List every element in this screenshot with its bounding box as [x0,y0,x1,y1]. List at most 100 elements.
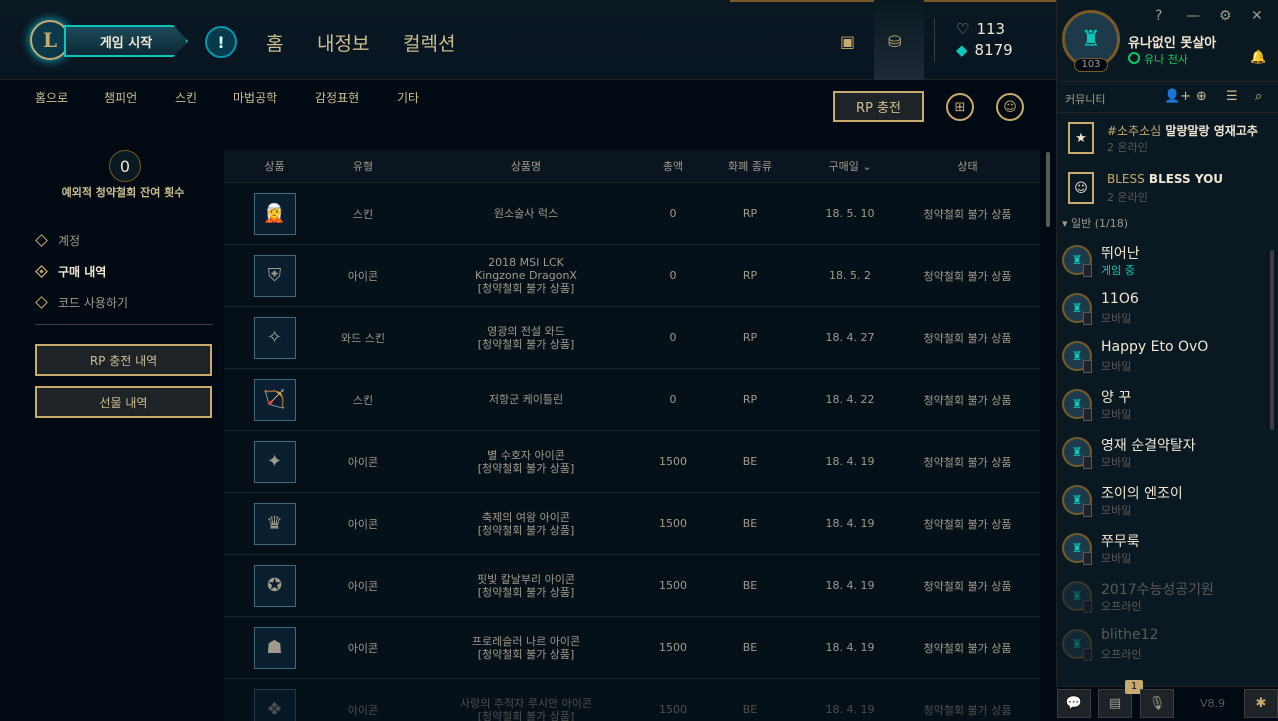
item-thumbnail: ⛨ [253,254,296,297]
item-name: 2018 MSI LCK [488,256,564,269]
group-item[interactable]: ☺ BLESS BLESS YOU 2 온라인 [1062,168,1272,208]
item-amount: 0 [669,269,677,282]
table-scrollbar[interactable] [1046,152,1050,227]
menu-purchase-history[interactable]: 구매 내역 [35,263,106,280]
table-row[interactable]: ✪ 아이콘 핏빛 칼날부리 아이콘 [청약철회 불가 상품] 1500 BE 18. 4. … [224,555,1040,617]
friend-item[interactable]: ♜ 영재 순결약탈자 모바일 [1062,433,1272,479]
item-currency: BE [742,641,758,654]
friend-avatar: ♜ [1062,389,1092,421]
subnav-hextech[interactable]: 마법공학 [233,89,277,106]
col-type: 유형 [352,160,374,173]
friend-item[interactable]: ♜ 조이의 엔조이 모바일 [1062,481,1272,527]
item-name-sub: Kingzone DragonX [475,269,577,282]
account-icon[interactable]: ☺ [996,93,1024,121]
item-date: 18. 4. 19 [825,641,875,654]
table-row[interactable]: ⛨ 아이콘 2018 MSI LCK Kingzone DragonX [청약철회 불가… [224,245,1040,307]
friend-name: 양 꾸 [1101,390,1132,406]
list-icon[interactable]: ☰ [1226,89,1238,104]
search-icon[interactable]: ⌕ [1255,89,1262,104]
item-name: 사랑의 추적자 루시안 아이콘 [460,696,592,710]
friend-status: 모바일 [1101,456,1132,469]
loot-icon[interactable]: ▣ [840,32,855,51]
settings-icon[interactable]: ⚙ [1219,8,1232,24]
group-item[interactable]: ★ #소추소심 말랑말랑 영재고추 2 온라인 [1062,118,1272,158]
triangle-down-icon: ▾ [1062,217,1072,230]
store-coins-icon[interactable]: ⛁ [888,32,901,51]
item-status: 청약철회 불가 상품 [923,579,1012,593]
mic-icon[interactable]: 🎙 [1140,689,1174,718]
alert-icon[interactable]: ! [205,26,237,58]
play-button[interactable]: 게임 시작 [64,25,188,57]
purchase-table: 상품 유형 상품명 총액 화폐 종류 구매일 ⌄ 상태 🧝 스킨 원소술사 럭스 0 R… [224,150,1040,721]
nav-collection[interactable]: 컬렉션 [403,29,455,56]
table-row[interactable]: ✦ 아이콘 별 수호자 아이콘 [청약철회 불가 상품] 1500 BE 18. 4. 19… [224,431,1040,493]
col-date[interactable]: 구매일 ⌄ [805,158,895,174]
menu-account[interactable]: 계정 [35,232,80,249]
item-status: 청약철회 불가 상품 [923,269,1012,283]
menu-redeem-code[interactable]: 코드 사용하기 [35,294,128,311]
friend-folder[interactable]: ▾ 일반 (1/18) [1062,215,1128,231]
close-icon[interactable]: ✕ [1251,8,1263,24]
bug-report-icon[interactable]: ✱ [1244,689,1278,718]
item-name: 축제의 여왕 아이콘 [482,510,570,524]
friend-status: 게임 중 [1101,264,1135,277]
table-row[interactable]: 🧝 스킨 원소술사 럭스 0 RP 18. 5. 10 청약철회 불가 상품 [224,183,1040,245]
nav-profile[interactable]: 내정보 [317,29,369,56]
nav-home[interactable]: 홈 [266,29,283,56]
minimize-icon[interactable]: — [1186,8,1200,24]
gift-icon[interactable]: ⊞ [946,93,974,121]
subnav-home[interactable]: 홈으로 [35,89,68,106]
rp-charge-button[interactable]: RP 충전 [833,91,924,122]
group-name: #소추소심 말랑말랑 영재고추 [1107,124,1258,138]
table-row[interactable]: 🏹 스킨 저항군 케이틀린 0 RP 18. 4. 22 청약철회 불가 상품 [224,369,1040,431]
friend-name: 11O6 [1101,291,1139,307]
gift-history-button[interactable]: 선물 내역 [35,386,212,418]
table-row[interactable]: ☗ 아이콘 프로레슬러 나르 아이콘 [청약철회 불가 상품] 1500 BE 18. 4.… [224,617,1040,679]
subnav-champion[interactable]: 챔피언 [104,89,137,106]
friend-avatar: ♜ [1062,533,1092,565]
be-balance: ◆ 8179 [956,41,1013,59]
friend-item[interactable]: ♜ 양 꾸모바일 [1062,385,1272,431]
chat-icon[interactable]: 💬 [1057,689,1091,718]
item-status: 청약철회 불가 상품 [923,517,1012,531]
friend-item[interactable]: ♜ 뛰어난 게임 중 [1062,241,1272,287]
item-name: 영광의 전설 와드 [487,324,565,338]
item-thumbnail: ✪ [253,564,296,607]
rp-icon: ♡ [956,20,970,38]
item-date: 18. 4. 19 [825,579,875,592]
add-friend-icon[interactable]: 👤+ [1164,89,1191,104]
item-currency: RP [742,393,758,406]
item-type: 아이콘 [347,269,379,283]
add-folder-icon[interactable]: ⊕ [1196,89,1207,104]
friend-item[interactable]: ♜ blithe12 오프라인 [1062,625,1272,671]
friend-item[interactable]: ♜ 쭈무룩 모바일 [1062,529,1272,575]
item-type: 아이콘 [347,579,379,593]
item-thumbnail: ✧ [253,316,296,359]
item-name: 저항군 케이틀린 [488,393,564,406]
friends-scrollbar[interactable] [1270,250,1274,430]
version-label: V8.9 [1200,697,1226,710]
help-icon[interactable]: ? [1155,8,1162,24]
summoner-status[interactable]: 유나 천사 [1128,51,1188,67]
rp-balance: ♡ 113 [956,20,1006,38]
subnav-skin[interactable]: 스킨 [175,89,197,106]
item-name-sub: [청약철회 불가 상품] [477,523,575,537]
table-row[interactable]: ✧ 와드 스킨 영광의 전설 와드 [청약철회 불가 상품] 0 RP 18. 4. 27 청… [224,307,1040,369]
diamond-icon [35,296,48,309]
subnav-emote[interactable]: 감정표현 [315,89,359,106]
friend-item[interactable]: ♜ 2017수능성공기원 오프라인 [1062,577,1272,623]
friend-avatar: ♜ [1062,581,1092,613]
friend-status: 모바일 [1101,408,1132,421]
friend-name: 조이의 엔조이 [1101,486,1183,502]
bell-icon[interactable]: 🔔 [1250,50,1266,65]
table-row[interactable]: ♛ 아이콘 축제의 여왕 아이콘 [청약철회 불가 상품] 1500 BE 18. 4. 1… [224,493,1040,555]
item-name-sub: [청약철회 불가 상품] [477,461,575,475]
friend-item[interactable]: ♜ 11O6 모바일 [1062,289,1272,335]
item-name: 원소술사 럭스 [493,207,559,220]
item-currency: RP [742,207,758,220]
table-row[interactable]: ❖ 아이콘 사랑의 추적자 루시안 아이콘 [청약철회 불가 상품] 1500 BE 18.… [224,679,1040,721]
rp-history-button[interactable]: RP 충전 내역 [35,344,212,376]
friend-status: 모바일 [1101,312,1132,325]
friend-item[interactable]: ♜ Happy Eto OvO 모바일 [1062,337,1272,383]
subnav-etc[interactable]: 기타 [397,89,419,106]
